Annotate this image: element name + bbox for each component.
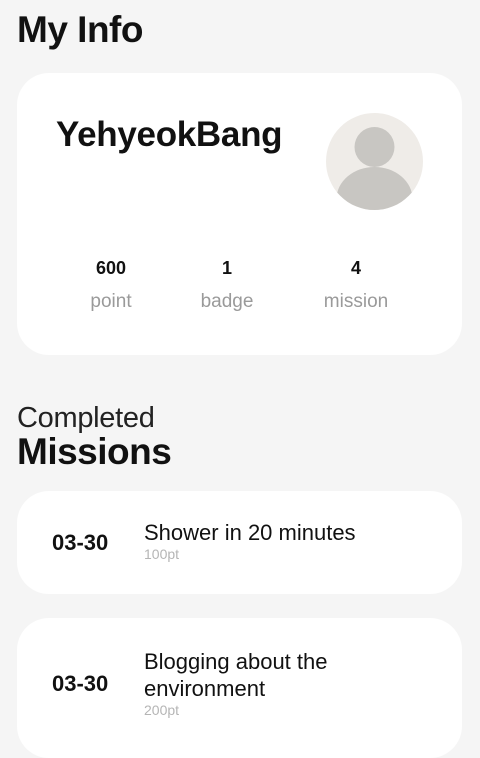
username: YehyeokBang — [56, 115, 283, 154]
mission-date: 03-30 — [52, 671, 109, 696]
mission-date: 03-30 — [52, 530, 109, 555]
mission-card[interactable]: 03-30 Blogging about the environment 200… — [17, 618, 462, 758]
stat-point: 600 point — [61, 256, 161, 314]
stat-badge-value: 1 — [221, 258, 232, 278]
mission-name: Shower in 20 minutes — [144, 520, 356, 545]
mission-card[interactable]: 03-30 Shower in 20 minutes 100pt — [17, 491, 462, 594]
completed-missions-heading: Completed Missions — [17, 402, 172, 472]
stat-mission-label: mission — [323, 291, 389, 312]
stat-mission-value: 4 — [350, 258, 361, 278]
stat-point-label: point — [90, 291, 132, 312]
stat-badge-label: badge — [200, 291, 254, 312]
stat-badge: 1 badge — [177, 256, 277, 314]
section-title-bold: Missions — [17, 431, 172, 472]
stat-point-value: 600 — [95, 258, 127, 278]
mission-name: Blogging about the environment — [144, 649, 328, 701]
page-title: My Info — [17, 9, 143, 50]
mission-points: 200pt — [144, 702, 180, 718]
stat-mission: 4 mission — [306, 256, 406, 314]
section-title-light: Completed — [17, 402, 155, 434]
mission-info: Blogging about the environment 200pt — [144, 648, 444, 718]
mission-points: 100pt — [144, 546, 180, 562]
profile-card: YehyeokBang 600 point 1 badge 4 mission — [17, 73, 462, 355]
mission-info: Shower in 20 minutes 100pt — [144, 519, 444, 562]
user-avatar-icon[interactable] — [326, 113, 423, 210]
